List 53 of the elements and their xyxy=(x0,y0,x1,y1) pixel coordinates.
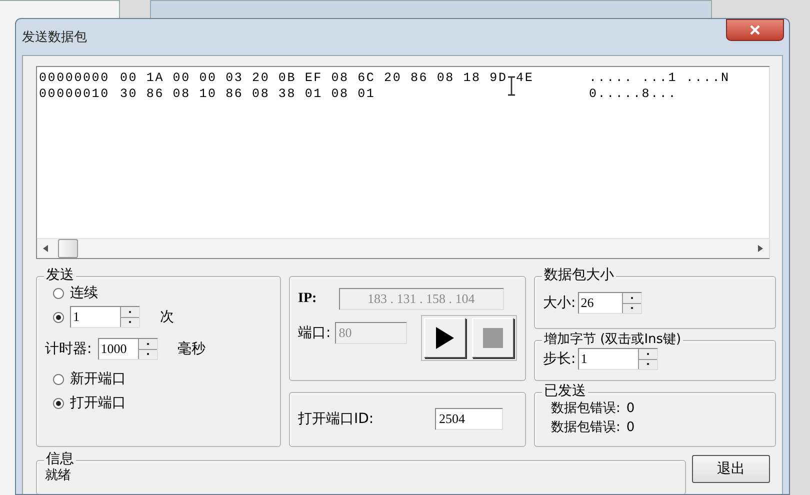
group-title: 已发送 xyxy=(544,383,586,399)
timer-label: 计时器: xyxy=(45,340,92,358)
stat-label: 数据包错误: xyxy=(551,419,620,437)
window-title: 发送数据包 xyxy=(22,29,87,46)
ip-label: IP: xyxy=(298,291,317,307)
radio-button[interactable] xyxy=(53,288,64,298)
radio-label: 连续 xyxy=(70,284,98,302)
stat-label: 数据包错误: xyxy=(551,400,620,418)
status-text: 就绪 xyxy=(45,468,71,483)
play-button[interactable] xyxy=(424,318,466,358)
scroll-left-icon[interactable] xyxy=(43,245,48,252)
spin-buttons[interactable] xyxy=(622,293,641,313)
hex-offset: 00000010 xyxy=(39,86,110,102)
size-label: 大小: xyxy=(543,294,576,312)
group-title: 增加字节 (双击或Ins键) xyxy=(544,332,682,347)
hex-bytes: 30 86 08 10 86 08 38 01 08 01 xyxy=(120,86,376,102)
open-port-label: 打开端口ID: xyxy=(298,410,374,428)
spin-buttons[interactable] xyxy=(138,339,157,359)
spin-field[interactable]: 1 xyxy=(70,306,140,328)
radio-button[interactable] xyxy=(53,374,64,384)
scroll-thumb[interactable] xyxy=(58,239,78,258)
spin-buttons[interactable] xyxy=(120,307,139,327)
scroll-right-icon[interactable] xyxy=(758,245,763,252)
spin-field[interactable]: 1000 xyxy=(98,338,158,360)
unit-label: 次 xyxy=(160,308,174,326)
step-label: 步长: xyxy=(543,350,576,368)
unit-label: 毫秒 xyxy=(178,340,206,358)
stop-button[interactable] xyxy=(472,318,514,358)
radio-label: 新开端口 xyxy=(70,370,126,388)
spin-field[interactable]: 1 xyxy=(578,348,658,370)
hex-ascii: ..... ...1 ....N xyxy=(589,70,731,86)
spin-buttons[interactable] xyxy=(638,349,657,369)
radio-button[interactable] xyxy=(53,398,64,408)
radio-button[interactable] xyxy=(53,312,64,322)
group-title: 发送 xyxy=(46,267,74,283)
hex-offset: 00000000 xyxy=(39,70,110,86)
port-label: 端口: xyxy=(298,324,331,342)
hex-bytes: 00 1A 00 00 03 20 0B EF 08 6C 20 86 08 18 9D 4E xyxy=(120,70,535,86)
stat-value: 0 xyxy=(626,400,635,418)
port-id-field[interactable]: 2504 xyxy=(435,408,503,430)
horizontal-scrollbar[interactable] xyxy=(37,238,769,258)
close-icon xyxy=(750,25,760,35)
hex-ascii: 0.....8... xyxy=(589,86,678,102)
play-icon xyxy=(436,327,454,349)
spin-field[interactable]: 26 xyxy=(578,292,642,314)
stat-value: 0 xyxy=(626,419,635,437)
text-cursor-icon xyxy=(507,76,516,96)
radio-label: 打开端口 xyxy=(70,394,126,412)
exit-button[interactable]: 退出 xyxy=(692,455,770,483)
stop-icon xyxy=(483,328,503,348)
group-title: 数据包大小 xyxy=(544,267,614,283)
group-title: 信息 xyxy=(46,451,74,467)
close-button[interactable] xyxy=(726,19,784,41)
